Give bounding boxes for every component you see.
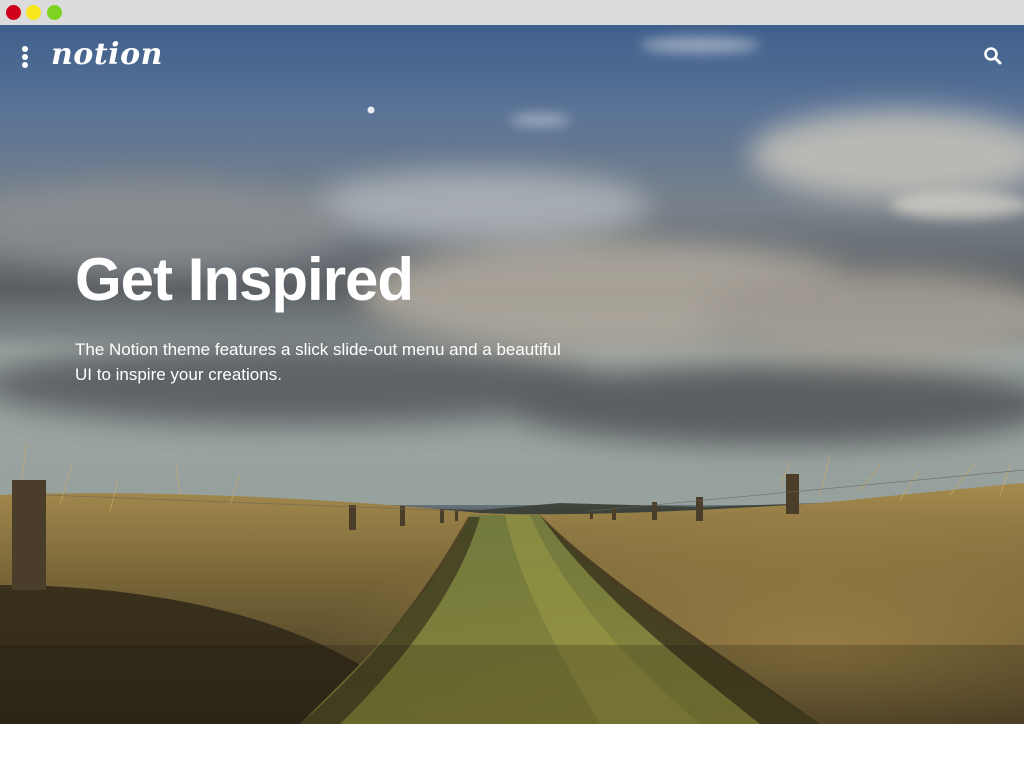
maximize-window-button[interactable] [47,5,62,20]
minimize-window-button[interactable] [26,5,41,20]
menu-dot [22,46,28,52]
vertical-dots-icon[interactable] [18,45,32,69]
search-icon[interactable] [982,45,1004,67]
page-content-area [0,724,1024,768]
menu-dot [22,62,28,68]
close-window-button[interactable] [6,5,21,20]
site-logo[interactable]: notion [51,37,163,73]
search-icon-glyph [984,47,1002,65]
hero-description: The Notion theme features a slick slide-… [75,340,561,384]
window-titlebar [0,0,1024,25]
hero-title: Get Inspired [75,246,414,313]
hero-section: notion Get Inspired The Notion theme fea… [0,25,1024,724]
menu-dot [22,54,28,60]
